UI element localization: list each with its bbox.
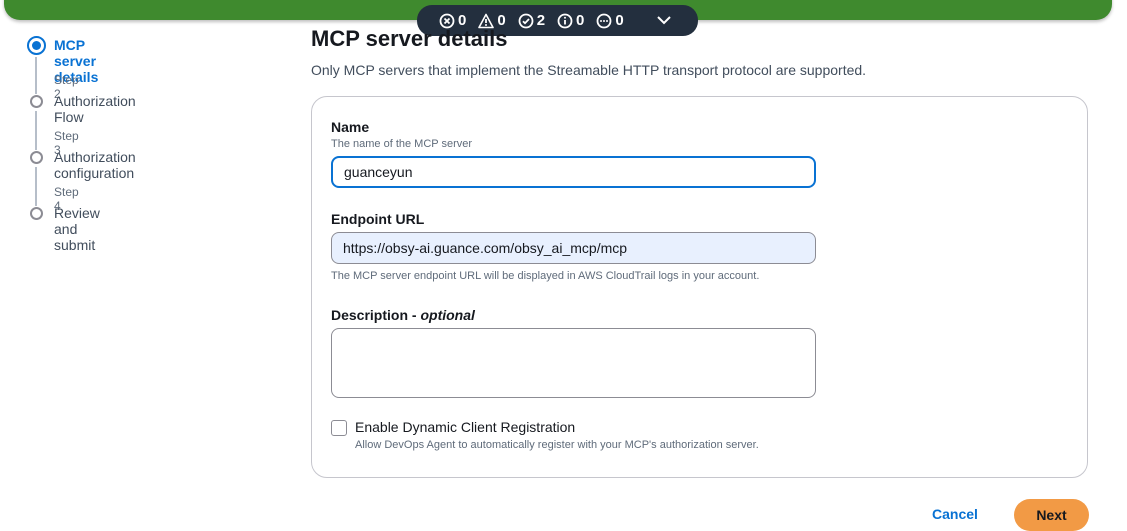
page-description: Only MCP servers that implement the Stre… — [311, 62, 867, 78]
name-input[interactable] — [331, 156, 816, 188]
pending-count[interactable]: 0 — [596, 12, 624, 29]
step-connector — [35, 167, 37, 206]
step-4-label: Review and submit — [54, 205, 100, 253]
success-count-value: 2 — [536, 12, 546, 29]
step-4-marker — [30, 207, 43, 220]
next-button[interactable]: Next — [1014, 499, 1089, 531]
pending-count-value: 0 — [615, 12, 624, 29]
step-2-label: Authorization Flow — [54, 93, 136, 125]
step-3-label: Authorization configuration — [54, 149, 136, 181]
dcr-checkbox-label[interactable]: Enable Dynamic Client Registration — [355, 419, 575, 435]
description-textarea[interactable] — [331, 328, 816, 398]
endpoint-hint: The MCP server endpoint URL will be disp… — [331, 270, 760, 282]
info-icon — [557, 13, 573, 28]
step-2-marker — [30, 95, 43, 108]
check-circle-icon — [518, 13, 534, 28]
name-label: Name — [331, 119, 370, 135]
dcr-checkbox[interactable] — [331, 420, 347, 436]
description-label: Description - optional — [331, 307, 475, 323]
step-connector — [35, 111, 37, 150]
step-1-marker — [27, 36, 46, 55]
success-count[interactable]: 2 — [518, 12, 545, 29]
cancel-button[interactable]: Cancel — [932, 506, 978, 522]
endpoint-label: Endpoint URL — [331, 211, 425, 227]
ellipsis-circle-icon — [596, 13, 612, 28]
step-3-marker — [30, 151, 43, 164]
optional-tag: optional — [420, 307, 475, 323]
page-title: MCP server details — [311, 26, 508, 51]
name-hint: The name of the MCP server — [331, 138, 473, 150]
chevron-down-icon[interactable] — [656, 13, 672, 27]
step-connector — [35, 57, 37, 94]
description-label-text: Description — [331, 307, 409, 323]
endpoint-url-input[interactable] — [331, 232, 816, 264]
info-count[interactable]: 0 — [557, 12, 584, 29]
info-count-value: 0 — [576, 12, 585, 29]
dcr-description: Allow DevOps Agent to automatically regi… — [355, 439, 759, 451]
